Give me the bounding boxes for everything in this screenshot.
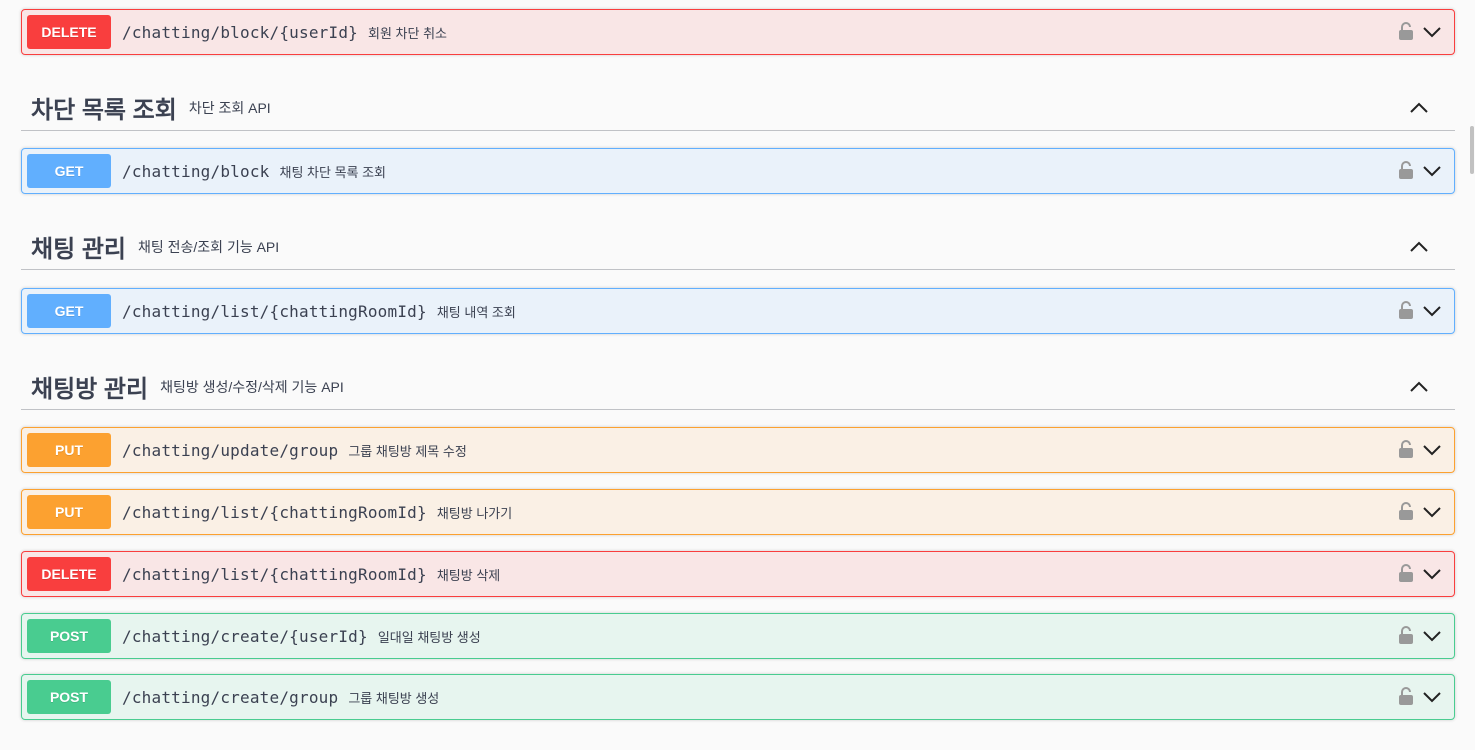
tag-header-chat-management[interactable]: 채팅 관리 채팅 전송/조회 기능 API — [21, 224, 1455, 270]
endpoint-path: /chatting/list/{chattingRoomId} — [122, 502, 427, 522]
method-badge: GET — [27, 154, 111, 188]
unlocked-padlock-icon[interactable] — [1398, 563, 1414, 583]
chevron-down-icon[interactable] — [1422, 627, 1442, 645]
operation-get-block[interactable]: GET /chatting/block 채팅 차단 목록 조회 — [21, 148, 1455, 194]
endpoint-path: /chatting/list/{chattingRoomId} — [122, 301, 427, 321]
tag-description: 채팅 전송/조회 기능 API — [138, 238, 280, 255]
chevron-up-icon[interactable] — [1409, 239, 1429, 255]
operation-delete-list-chattingroomid[interactable]: DELETE /chatting/list/{chattingRoomId} 채… — [21, 551, 1455, 597]
endpoint-summary: 채팅 차단 목록 조회 — [279, 164, 387, 180]
method-badge: PUT — [27, 433, 111, 467]
operation-post-create-userid[interactable]: POST /chatting/create/{userId} 일대일 채팅방 생… — [21, 613, 1455, 659]
chevron-down-icon[interactable] — [1422, 688, 1442, 706]
operation-put-list-chattingroomid[interactable]: PUT /chatting/list/{chattingRoomId} 채팅방 … — [21, 489, 1455, 535]
endpoint-path: /chatting/block — [122, 161, 270, 181]
endpoint-summary: 채팅방 삭제 — [436, 567, 501, 583]
unlocked-padlock-icon[interactable] — [1398, 21, 1414, 41]
endpoint-summary: 그룹 채팅방 제목 수정 — [348, 443, 467, 459]
chevron-down-icon[interactable] — [1422, 162, 1442, 180]
endpoint-path: /chatting/create/{userId} — [122, 626, 368, 646]
endpoint-summary: 일대일 채팅방 생성 — [377, 629, 481, 645]
tag-title: 차단 목록 조회 — [31, 97, 177, 124]
endpoint-path: /chatting/create/group — [122, 687, 339, 707]
chevron-down-icon[interactable] — [1422, 23, 1442, 41]
chevron-down-icon[interactable] — [1422, 565, 1442, 583]
endpoint-summary: 회원 차단 취소 — [368, 25, 447, 41]
endpoint-summary: 채팅 내역 조회 — [436, 304, 516, 320]
tag-title: 채팅 관리 — [31, 236, 126, 263]
scrollbar-thumb[interactable] — [1470, 126, 1474, 174]
chevron-down-icon[interactable] — [1422, 302, 1442, 320]
chevron-up-icon[interactable] — [1409, 379, 1429, 395]
unlocked-padlock-icon[interactable] — [1398, 439, 1414, 459]
endpoint-summary: 채팅방 나가기 — [436, 505, 513, 521]
method-badge: DELETE — [27, 15, 111, 49]
method-badge: POST — [27, 619, 111, 653]
chevron-down-icon[interactable] — [1422, 441, 1442, 459]
tag-description: 채팅방 생성/수정/삭제 기능 API — [160, 378, 344, 395]
method-badge: POST — [27, 680, 111, 714]
unlocked-padlock-icon[interactable] — [1398, 300, 1414, 320]
unlocked-padlock-icon[interactable] — [1398, 160, 1414, 180]
tag-title: 채팅방 관리 — [31, 376, 149, 403]
method-badge: GET — [27, 294, 111, 328]
tag-description: 차단 조회 API — [188, 99, 271, 116]
unlocked-padlock-icon[interactable] — [1398, 501, 1414, 521]
endpoint-summary: 그룹 채팅방 생성 — [348, 690, 440, 706]
endpoint-path: /chatting/list/{chattingRoomId} — [122, 564, 427, 584]
chevron-up-icon[interactable] — [1409, 100, 1429, 116]
operation-post-create-group[interactable]: POST /chatting/create/group 그룹 채팅방 생성 — [21, 674, 1455, 720]
page-scrollbar[interactable] — [1469, 0, 1475, 750]
operation-delete-block-userid[interactable]: DELETE /chatting/block/{userId} 회원 차단 취소 — [21, 9, 1455, 55]
operation-put-update-group[interactable]: PUT /chatting/update/group 그룹 채팅방 제목 수정 — [21, 427, 1455, 473]
endpoint-path: /chatting/update/group — [122, 440, 339, 460]
method-badge: DELETE — [27, 557, 111, 591]
unlocked-padlock-icon[interactable] — [1398, 625, 1414, 645]
method-badge: PUT — [27, 495, 111, 529]
endpoint-path: /chatting/block/{userId} — [122, 22, 358, 42]
chevron-down-icon[interactable] — [1422, 503, 1442, 521]
unlocked-padlock-icon[interactable] — [1398, 686, 1414, 706]
tag-header-chatroom-management[interactable]: 채팅방 관리 채팅방 생성/수정/삭제 기능 API — [21, 364, 1455, 410]
tag-header-block-list[interactable]: 차단 목록 조회 차단 조회 API — [21, 85, 1455, 131]
operation-get-list-chattingroomid[interactable]: GET /chatting/list/{chattingRoomId} 채팅 내… — [21, 288, 1455, 334]
